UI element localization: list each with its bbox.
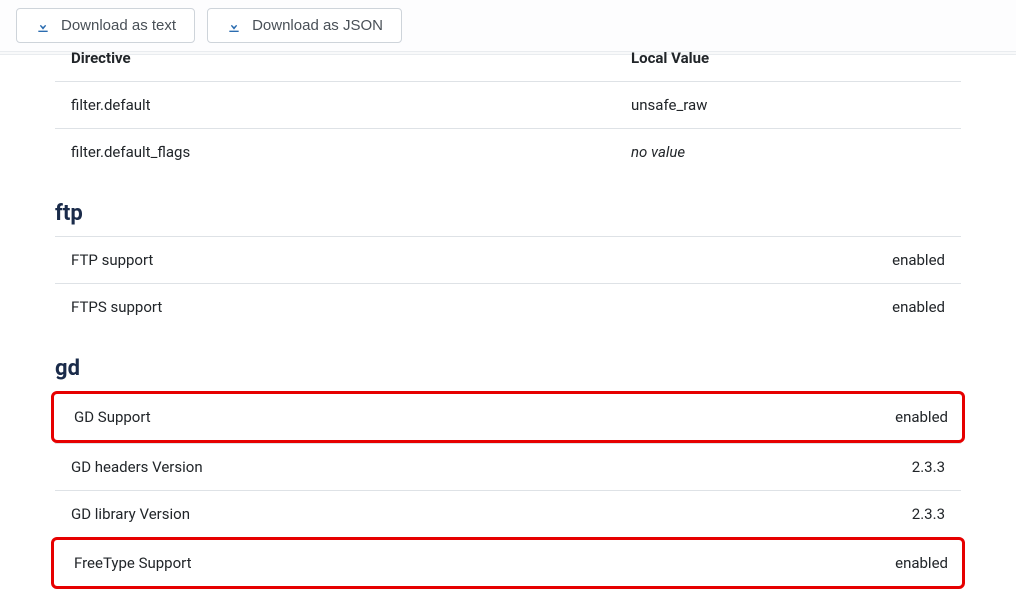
row-key: GD headers Version	[71, 458, 912, 476]
row-key: GD Support	[74, 408, 895, 426]
highlight-box-gd-support: GD Support enabled	[51, 391, 965, 443]
table-row: GD library Version 2.3.3	[55, 490, 961, 537]
row-value: no value	[631, 143, 945, 161]
row-value: enabled	[892, 298, 945, 316]
row-key: FreeType Support	[74, 554, 895, 572]
row-key: filter.default	[71, 96, 631, 114]
table-row: filter.default unsafe_raw	[55, 81, 961, 128]
toolbar: Download as text Download as JSON	[0, 0, 1016, 52]
header-local-value: Local Value	[631, 49, 945, 67]
row-value: 2.3.3	[912, 458, 945, 476]
row-key: FTP support	[71, 251, 892, 269]
row-key: filter.default_flags	[71, 143, 631, 161]
row-key: GD library Version	[71, 505, 912, 523]
table-row: FTP support enabled	[55, 236, 961, 283]
table-row: GD Support enabled	[54, 394, 962, 440]
download-icon	[35, 18, 51, 34]
download-json-button[interactable]: Download as JSON	[207, 8, 402, 43]
download-icon	[226, 18, 242, 34]
content-area: Directive Local Value filter.default uns…	[0, 54, 1016, 609]
section-title-ftp: ftp	[55, 201, 961, 226]
row-key: FTPS support	[71, 298, 892, 316]
header-directive: Directive	[71, 49, 631, 67]
row-value: 2.3.3	[912, 505, 945, 523]
table-row: filter.default_flags no value	[55, 128, 961, 175]
row-value: enabled	[892, 251, 945, 269]
download-json-label: Download as JSON	[252, 17, 383, 34]
row-value: enabled	[895, 554, 948, 572]
section-title-gd: gd	[55, 356, 961, 381]
row-value: unsafe_raw	[631, 96, 945, 114]
table-header-row: Directive Local Value	[55, 49, 961, 81]
table-row: GD headers Version 2.3.3	[55, 443, 961, 490]
row-value: enabled	[895, 408, 948, 426]
highlight-box-freetype-support: FreeType Support enabled	[51, 537, 965, 589]
table-row: FTPS support enabled	[55, 283, 961, 330]
table-row: FreeType Support enabled	[54, 540, 962, 586]
download-text-label: Download as text	[61, 17, 176, 34]
download-text-button[interactable]: Download as text	[16, 8, 195, 43]
